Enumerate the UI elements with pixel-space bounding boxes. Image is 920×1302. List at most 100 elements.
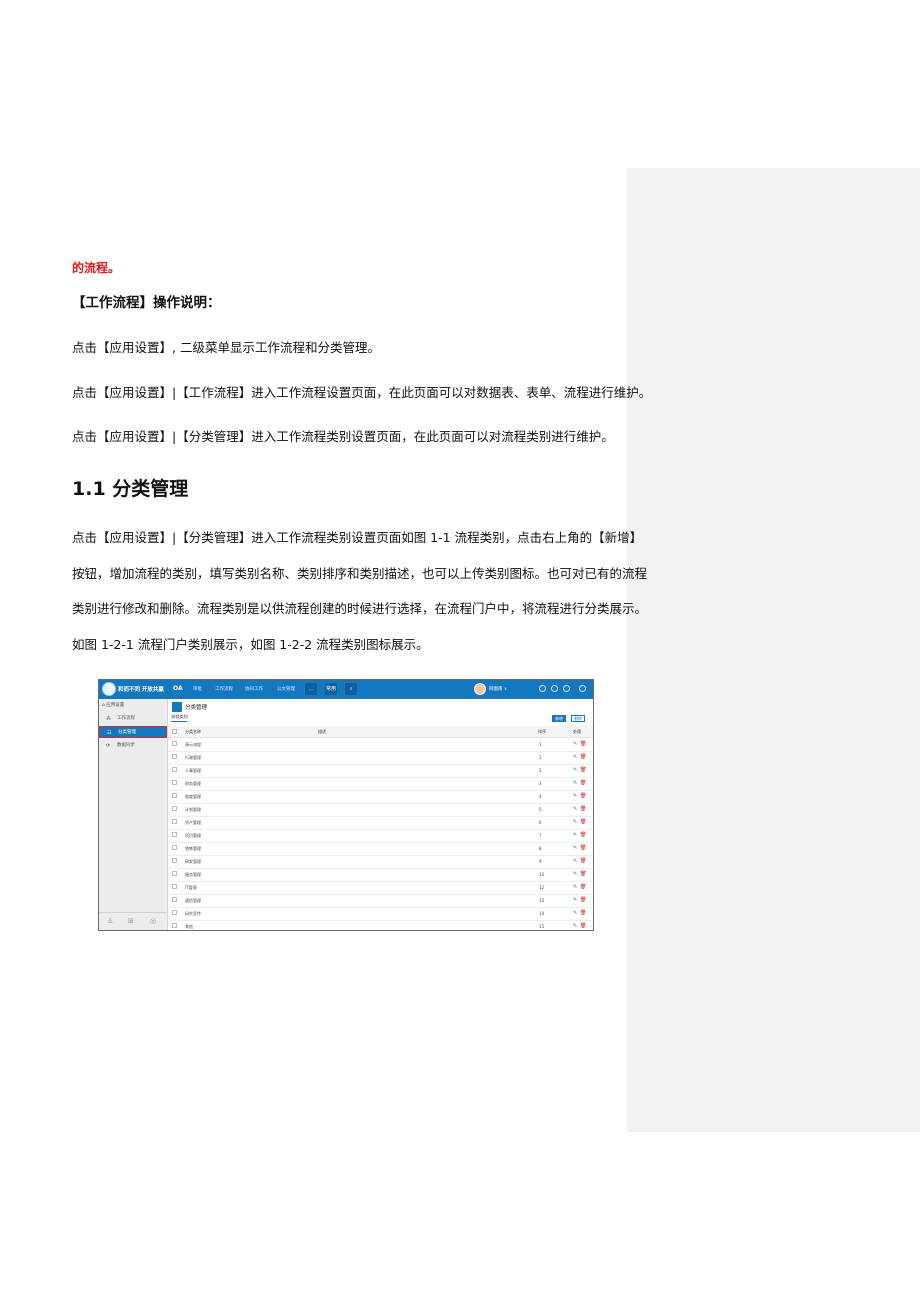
table-row[interactable]: 销售管理 8 ✎ 🗑 (168, 842, 593, 856)
edit-icon[interactable]: ✎ (573, 767, 577, 773)
row-sort: 14 (539, 911, 545, 916)
col-sort: 排序 (538, 729, 546, 734)
search-icon[interactable]: ⌕ (345, 683, 357, 695)
row-sort: 5 (539, 807, 542, 812)
row-checkbox[interactable] (172, 845, 177, 850)
edit-icon[interactable]: ✎ (573, 910, 577, 916)
row-sort: 9 (539, 859, 542, 864)
table-row[interactable]: 演示流程 1 ✎ 🗑 (168, 738, 593, 752)
row-checkbox[interactable] (172, 793, 177, 798)
table-row[interactable]: 行政管理 1 ✎ 🗑 (168, 751, 593, 765)
table-row[interactable]: 计划管理 5 ✎ 🗑 (168, 803, 593, 817)
edit-icon[interactable]: ✎ (573, 923, 577, 929)
nav-item-approve[interactable]: 审批 (193, 686, 202, 692)
paragraph-2: 点击【应用设置】|【工作流程】进入工作流程设置页面，在此页面可以对数据表、表单、… (72, 385, 652, 400)
table-row[interactable]: 财务管理 3 ✎ 🗑 (168, 777, 593, 791)
trash-icon[interactable]: 🗑 (580, 754, 586, 760)
table-row[interactable]: 通信管理 13 ✎ 🗑 (168, 894, 593, 908)
trash-icon[interactable]: 🗑 (580, 858, 586, 864)
trash-icon[interactable]: 🗑 (580, 819, 586, 825)
body-line-2: 按钮，增加流程的类别，填写类别名称、类别排序和类别描述，也可以上传类别图标。也可… (72, 566, 648, 581)
row-checkbox[interactable] (172, 858, 177, 863)
edit-icon[interactable]: ✎ (573, 754, 577, 760)
col-action: 处理 (573, 729, 581, 734)
main-panel: 分类管理 流程类别 新增 删除 分类名称 描述 排序 处理 演示流程 1 ✎ 🗑 行政管… (168, 699, 593, 930)
trash-icon[interactable]: 🗑 (580, 780, 586, 786)
edit-icon[interactable]: ✎ (573, 884, 577, 890)
edit-icon[interactable]: ✎ (573, 897, 577, 903)
trash-icon[interactable]: 🗑 (580, 793, 586, 799)
nav-more-button[interactable]: ... (305, 683, 317, 695)
row-checkbox[interactable] (172, 884, 177, 889)
trash-icon[interactable]: 🗑 (580, 806, 586, 812)
nav-item-workflow[interactable]: 工作流程 (215, 686, 233, 692)
table-row[interactable]: 研发管理 9 ✎ 🗑 (168, 855, 593, 869)
nav-item-collab[interactable]: 协同工作 (245, 686, 263, 692)
row-checkbox[interactable] (172, 819, 177, 824)
trash-icon[interactable]: 🗑 (580, 832, 586, 838)
edit-icon[interactable]: ✎ (573, 793, 577, 799)
row-checkbox[interactable] (172, 923, 177, 928)
avatar[interactable] (474, 683, 486, 695)
settings-icon[interactable] (551, 685, 558, 692)
edit-icon[interactable]: ✎ (573, 832, 577, 838)
trash-icon[interactable]: 🗑 (580, 871, 586, 877)
edit-icon[interactable]: ✎ (573, 806, 577, 812)
select-all-checkbox[interactable] (172, 729, 177, 734)
notify-icon[interactable] (539, 685, 546, 692)
table-row[interactable]: IT管理 12 ✎ 🗑 (168, 881, 593, 895)
row-checkbox[interactable] (172, 832, 177, 837)
sidebar-item-workflow[interactable]: ⁂ 工作流程 (99, 713, 167, 725)
help-icon[interactable]: ◎ (150, 917, 156, 925)
trash-icon[interactable]: 🗑 (580, 741, 586, 747)
row-sort: 3 (539, 781, 542, 786)
table-row[interactable]: 研究宣传 14 ✎ 🗑 (168, 907, 593, 921)
table-row[interactable]: 人事管理 2 ✎ 🗑 (168, 764, 593, 778)
delete-button[interactable]: 删除 (571, 715, 585, 722)
sidebar-item-sync[interactable]: ⟳ 数据同步 (99, 740, 167, 752)
row-checkbox[interactable] (172, 806, 177, 811)
edit-icon[interactable]: ✎ (573, 741, 577, 747)
row-checkbox[interactable] (172, 871, 177, 876)
trash-icon[interactable]: 🗑 (580, 884, 586, 890)
user-name[interactable]: 阿图南 ∨ (489, 686, 507, 692)
trash-icon[interactable]: 🗑 (580, 767, 586, 773)
paragraph-3: 点击【应用设置】|【分类管理】进入工作流程类别设置页面，在此页面可以对流程类别进… (72, 429, 614, 444)
row-name: 行政管理 (185, 755, 201, 760)
table-row[interactable]: 项目管理 7 ✎ 🗑 (168, 829, 593, 843)
nav-item-docs[interactable]: 公文管理 (277, 686, 295, 692)
refresh-icon[interactable] (563, 685, 570, 692)
nav-common-button[interactable]: 常用 (325, 683, 337, 695)
user-icon[interactable]: ♙ (107, 917, 113, 925)
table-row[interactable]: 制度管理 4 ✎ 🗑 (168, 790, 593, 804)
row-checkbox[interactable] (172, 741, 177, 746)
trash-icon[interactable]: 🗑 (580, 897, 586, 903)
trash-icon[interactable]: 🗑 (580, 923, 586, 929)
power-icon[interactable] (579, 685, 586, 692)
trash-icon[interactable]: 🗑 (580, 845, 586, 851)
row-checkbox[interactable] (172, 897, 177, 902)
row-checkbox[interactable] (172, 767, 177, 772)
sidebar-item-category[interactable]: ☷ 分类管理 (99, 726, 167, 738)
list-icon: ☷ (107, 730, 112, 736)
row-sort: 6 (539, 820, 542, 825)
row-checkbox[interactable] (172, 910, 177, 915)
add-button[interactable]: 新增 (552, 715, 566, 722)
row-sort: 4 (539, 794, 542, 799)
row-name: 制度管理 (185, 794, 201, 799)
trash-icon[interactable]: 🗑 (580, 910, 586, 916)
edit-icon[interactable]: ✎ (573, 858, 577, 864)
edit-icon[interactable]: ✎ (573, 845, 577, 851)
edit-icon[interactable]: ✎ (573, 780, 577, 786)
table-row[interactable]: 资产管理 6 ✎ 🗑 (168, 816, 593, 830)
row-checkbox[interactable] (172, 754, 177, 759)
body-line-4: 如图 1-2-1 流程门户类别展示，如图 1-2-2 流程类别图标展示。 (72, 637, 429, 652)
apps-icon[interactable]: ⊞ (128, 917, 134, 925)
edit-icon[interactable]: ✎ (573, 819, 577, 825)
edit-icon[interactable]: ✎ (573, 871, 577, 877)
row-checkbox[interactable] (172, 780, 177, 785)
row-sort: 15 (539, 924, 545, 929)
table-row[interactable]: 其他 15 ✎ 🗑 (168, 920, 593, 930)
tab-category[interactable]: 流程类别 (171, 714, 188, 722)
table-row[interactable]: 服务管理 10 ✎ 🗑 (168, 868, 593, 882)
